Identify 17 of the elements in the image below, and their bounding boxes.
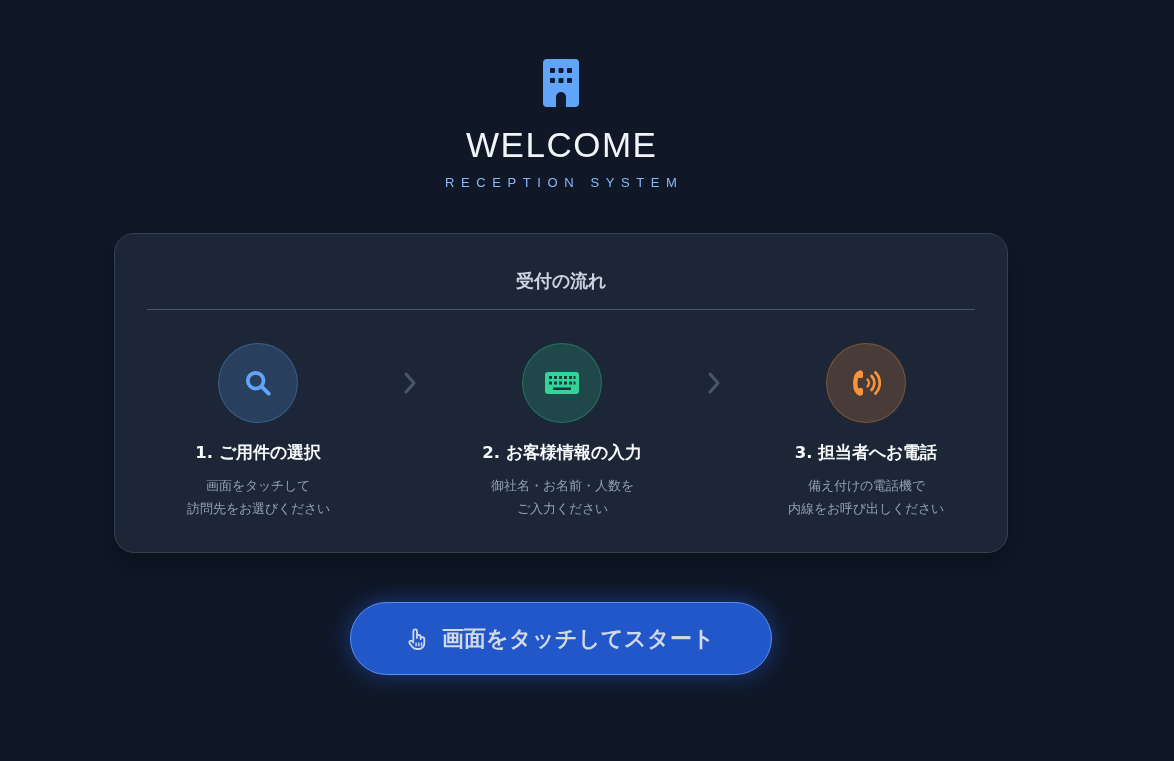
step-title: 2. お客様情報の入力 [482, 442, 642, 464]
step-description: 備え付けの電話機で [807, 477, 925, 495]
start-button[interactable]: 画面をタッチしてスタート [350, 602, 772, 675]
chevron-right-icon [404, 372, 416, 394]
system-subtitle: RECEPTION SYSTEM [444, 174, 684, 192]
step-description: 訪問先をお選びください [186, 500, 330, 518]
chevron-right-icon [708, 372, 720, 394]
step-title: 1. ご用件の選択 [195, 442, 321, 464]
building-icon [543, 59, 579, 107]
step-title: 3. 担当者へお電話 [794, 442, 938, 464]
step-description: ご入力ください [516, 500, 608, 518]
flow-heading: 受付の流れ [147, 266, 975, 310]
step-description: 内線をお呼び出しください [788, 500, 944, 518]
step-description: 御社名・お名前・人数を [490, 477, 634, 495]
step-description: 画面をタッチして [206, 477, 310, 495]
welcome-title: WELCOME [465, 124, 658, 166]
pointing-hand-icon [407, 627, 427, 650]
